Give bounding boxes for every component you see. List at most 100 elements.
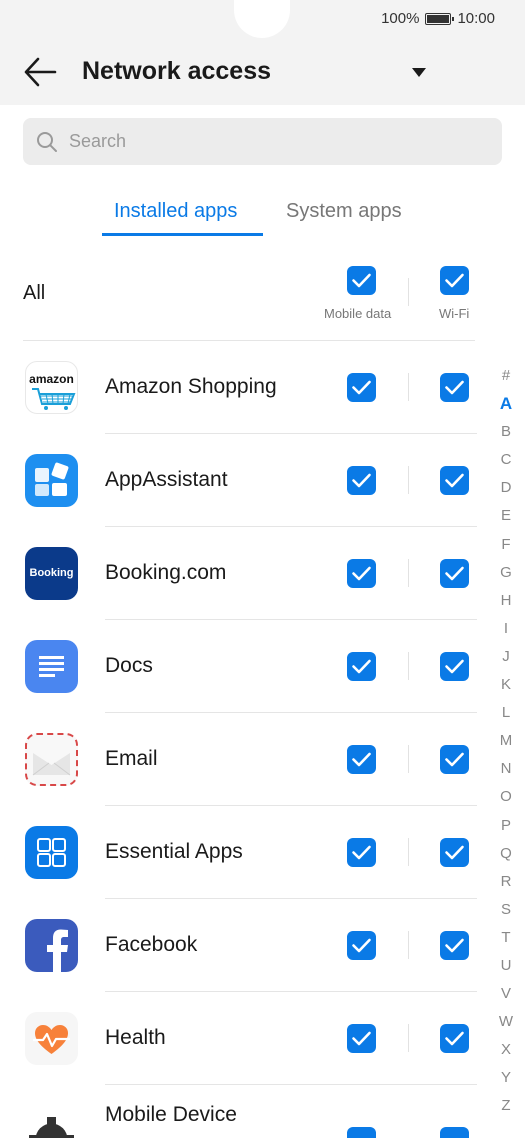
alphabet-index-letter[interactable]: Q [497, 844, 515, 872]
alphabet-index-letter[interactable]: M [497, 731, 515, 759]
column-divider [408, 745, 409, 773]
wifi-column-label: Wi-Fi [439, 306, 470, 321]
alphabet-index-letter[interactable]: J [497, 647, 515, 675]
mobile-data-checkbox[interactable] [347, 745, 376, 774]
app-name: AppAssistant [105, 468, 228, 491]
search-input[interactable] [69, 118, 489, 165]
alphabet-index-letter[interactable]: Y [497, 1068, 515, 1096]
mobile-data-checkbox[interactable] [347, 1127, 376, 1138]
mobile-data-checkbox[interactable] [347, 559, 376, 588]
wifi-checkbox[interactable] [440, 559, 469, 588]
mobile-data-checkbox[interactable] [347, 373, 376, 402]
app-name: Docs [105, 654, 153, 677]
alphabet-index-letter[interactable]: N [497, 759, 515, 787]
wifi-checkbox[interactable] [440, 1127, 469, 1138]
email-icon [25, 733, 78, 786]
wifi-checkbox[interactable] [440, 1024, 469, 1053]
column-divider [408, 559, 409, 587]
app-name: Essential Apps [105, 840, 243, 863]
mobile-data-checkbox[interactable] [347, 838, 376, 867]
all-wifi-checkbox[interactable] [440, 266, 469, 295]
tab-underline [102, 233, 263, 236]
alphabet-index-letter[interactable]: D [497, 478, 515, 506]
alphabet-index-letter[interactable]: S [497, 900, 515, 928]
docs-icon [25, 640, 78, 693]
wifi-checkbox[interactable] [440, 745, 469, 774]
column-divider [408, 652, 409, 680]
app-name: Booking.com [105, 561, 227, 584]
column-divider [408, 1024, 409, 1052]
status-bar: 100% 10:00 [381, 10, 495, 27]
alphabet-index-letter[interactable]: H [497, 591, 515, 619]
alphabet-index-letter[interactable]: I [497, 619, 515, 647]
alphabet-index-letter[interactable]: # [497, 366, 515, 394]
battery-icon [425, 12, 455, 25]
alphabet-index-letter[interactable]: T [497, 928, 515, 956]
alphabet-index-letter[interactable]: F [497, 535, 515, 563]
app-name: Health [105, 1026, 166, 1049]
column-divider [408, 373, 409, 401]
page-title: Network access [82, 57, 272, 85]
alphabet-index-letter[interactable]: B [497, 422, 515, 450]
alphabet-index-letter[interactable]: X [497, 1040, 515, 1068]
alphabet-index-letter[interactable]: E [497, 506, 515, 534]
app-row-essential-apps[interactable]: Essential Apps [0, 806, 490, 899]
wifi-checkbox[interactable] [440, 373, 469, 402]
alphabet-index-letter[interactable]: U [497, 956, 515, 984]
app-row-facebook[interactable]: Facebook [0, 899, 490, 992]
facebook-icon [25, 919, 78, 972]
mobile-data-checkbox[interactable] [347, 466, 376, 495]
camera-notch [234, 0, 290, 38]
alphabet-index-letter[interactable]: R [497, 872, 515, 900]
app-assistant-icon [25, 454, 78, 507]
column-divider [408, 466, 409, 494]
alphabet-index-letter[interactable]: G [497, 563, 515, 591]
wifi-checkbox[interactable] [440, 838, 469, 867]
mobile-data-checkbox[interactable] [347, 1024, 376, 1053]
app-name: Email [105, 747, 158, 770]
alphabet-index-letter[interactable]: Z [497, 1096, 515, 1124]
app-name: Amazon Shopping [105, 375, 277, 398]
amazon-icon-text: amazon [29, 372, 74, 386]
column-divider [408, 838, 409, 866]
alphabet-index-letter[interactable]: O [497, 787, 515, 815]
alphabet-index-letter[interactable]: P [497, 816, 515, 844]
app-row-health[interactable]: Health [0, 992, 490, 1085]
wifi-checkbox[interactable] [440, 931, 469, 960]
tab-system-apps[interactable]: System apps [286, 200, 402, 223]
all-label: All [23, 282, 46, 304]
mobile-data-checkbox[interactable] [347, 931, 376, 960]
tab-installed-apps[interactable]: Installed apps [114, 200, 237, 223]
wifi-checkbox[interactable] [440, 466, 469, 495]
alphabet-index-letter[interactable]: W [497, 1012, 515, 1040]
app-name: Mobile Device [105, 1103, 237, 1126]
battery-percent: 100% [381, 10, 420, 27]
search-icon [37, 132, 57, 152]
app-row-amazon-shopping[interactable]: amazon Amazon Shopping [0, 341, 490, 434]
app-row-mobile-device[interactable]: Mobile Device [0, 1085, 490, 1138]
amazon-icon: amazon [25, 361, 78, 414]
app-row-email[interactable]: Email [0, 713, 490, 806]
alphabet-index-letter[interactable]: V [497, 984, 515, 1012]
app-row-docs[interactable]: Docs [0, 620, 490, 713]
alphabet-index-letter[interactable]: C [497, 450, 515, 478]
app-row-appassistant[interactable]: AppAssistant [0, 434, 490, 527]
mobile-data-checkbox[interactable] [347, 652, 376, 681]
dropdown-arrow-icon[interactable] [412, 68, 426, 77]
mobile-device-icon [25, 1113, 78, 1138]
health-icon [25, 1012, 78, 1065]
search-bar[interactable] [23, 118, 502, 165]
alphabet-index-letter[interactable]: A [497, 394, 515, 422]
mobile-data-column-label: Mobile data [324, 306, 392, 321]
booking-icon: Booking [25, 547, 78, 600]
alphabet-index-letter[interactable]: L [497, 703, 515, 731]
app-name: Facebook [105, 933, 198, 956]
alphabet-index-letter[interactable]: K [497, 675, 515, 703]
column-divider [408, 931, 409, 959]
column-divider [408, 278, 409, 306]
all-mobile-data-checkbox[interactable] [347, 266, 376, 295]
alphabet-index[interactable]: # A B C D E F G H I J K L M N O P Q R S T U V W X Y Z [497, 366, 515, 1125]
app-row-booking[interactable]: Booking Booking.com [0, 527, 490, 620]
wifi-checkbox[interactable] [440, 652, 469, 681]
back-arrow-icon[interactable] [24, 56, 58, 88]
